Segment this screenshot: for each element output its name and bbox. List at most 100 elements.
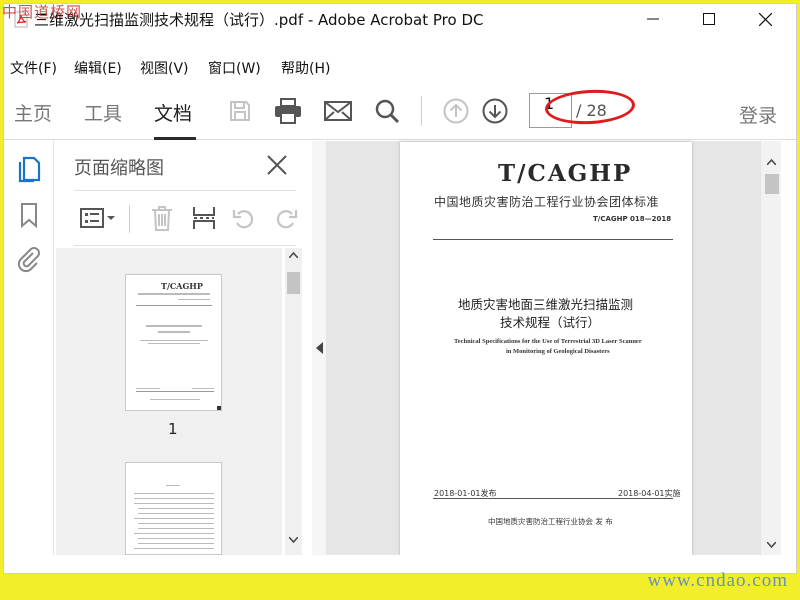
thumbnail-page-1[interactable]: T/CAGHP [125, 274, 222, 411]
document-scroll-thumb[interactable] [765, 174, 779, 194]
window-title: 三维激光扫描监测技术规程（试行）.pdf - Adobe Acrobat Pro… [34, 11, 484, 29]
thumbnail-options-button[interactable] [78, 203, 118, 233]
thumbnail-text-line [138, 528, 214, 529]
save-button[interactable] [225, 96, 255, 126]
close-icon [758, 12, 772, 26]
close-window-button[interactable] [737, 4, 793, 34]
document-title-en-line2: in Monitoring of Geological Disasters [506, 348, 610, 355]
bookmarks-button[interactable] [14, 199, 44, 231]
page-thumbnails-button[interactable] [14, 153, 44, 185]
tab-tools[interactable]: 工具 [84, 99, 122, 126]
extract-page-button[interactable] [190, 203, 218, 233]
mail-icon [324, 101, 352, 121]
options-menu-icon [80, 208, 115, 228]
thumbnail-text-line [140, 340, 208, 341]
toolbar-separator [421, 96, 422, 126]
rotate-right-button[interactable] [272, 203, 300, 233]
menu-bar: 文件(F) 编辑(E) 视图(V) 窗口(W) 帮助(H) [4, 54, 796, 80]
standard-mark: T/CAGHP [498, 160, 633, 187]
rotate-left-icon [232, 210, 254, 229]
header-rule [433, 239, 673, 240]
printer-icon [275, 98, 301, 124]
thumbnail-text-line [138, 293, 210, 295]
thumbnail-text-line [138, 523, 214, 524]
thumbnail-rule [136, 391, 214, 392]
watermark-top: 中国道桥网 [2, 3, 83, 21]
thumbnail-text-line [138, 538, 214, 539]
bookmark-icon [21, 203, 37, 228]
rotate-right-icon [276, 210, 298, 229]
trash-icon [152, 206, 172, 231]
thumbnail-text-line [138, 508, 214, 509]
scroll-down-icon[interactable] [289, 537, 298, 543]
thumbnail-page-number: 1 [168, 420, 178, 438]
panel-tool-separator [129, 205, 130, 233]
arrow-up-circle-icon [443, 98, 469, 124]
menu-window[interactable]: 窗口(W) [208, 58, 261, 78]
thumbnail-scroll-thumb[interactable] [287, 272, 300, 294]
thumbnail-page-2[interactable] [125, 462, 222, 555]
thumbnail-text-line [134, 518, 214, 519]
maximize-icon [703, 13, 715, 25]
thumbnail-text-line [148, 343, 200, 344]
paperclip-icon [17, 247, 40, 273]
thumbnail-text-line [138, 513, 214, 514]
thumbnail-text-line [134, 503, 214, 504]
panel-close-icon[interactable] [266, 154, 288, 176]
panel-divider [74, 245, 296, 246]
document-title-en-line1: Technical Specifications for the Use of … [454, 338, 642, 345]
main-toolbar: 主页 工具 文档 [4, 82, 796, 140]
search-button[interactable] [372, 96, 402, 126]
search-icon [375, 99, 400, 124]
thumbnail-text-line [138, 543, 214, 544]
minimize-button[interactable] [625, 4, 681, 34]
panel-divider [74, 190, 296, 191]
maximize-button[interactable] [681, 4, 737, 34]
login-button[interactable]: 登录 [739, 101, 777, 128]
collapse-left-icon [315, 342, 323, 354]
thumbnail-scrollbar[interactable] [285, 248, 302, 555]
active-tab-indicator [154, 137, 196, 140]
thumbnail-text-line [166, 485, 180, 486]
extract-pages-icon [193, 207, 215, 229]
menu-file[interactable]: 文件(F) [10, 58, 57, 78]
thumbnail-text-line [178, 299, 210, 300]
document-page[interactable]: T/CAGHP 中国地质灾害防治工程行业协会团体标准 T/CAGHP 018—2… [400, 142, 692, 556]
scroll-up-icon[interactable] [767, 159, 776, 165]
standard-code: T/CAGHP 018—2018 [593, 215, 672, 223]
email-button[interactable] [323, 96, 353, 126]
print-button[interactable] [273, 96, 303, 126]
thumbnail-text-line [136, 388, 160, 389]
previous-page-button[interactable] [441, 96, 471, 126]
document-title-zh-line2: 技术规程（试行） [500, 315, 601, 330]
scroll-down-icon[interactable] [767, 542, 776, 548]
delete-page-button[interactable] [148, 203, 176, 233]
publisher-line: 中国地质灾害防治工程行业协会 发 布 [488, 517, 613, 526]
panel-collapse-handle[interactable] [312, 141, 326, 555]
menu-view[interactable]: 视图(V) [140, 58, 189, 78]
menu-edit[interactable]: 编辑(E) [74, 58, 122, 78]
panel-title: 页面缩略图 [74, 158, 164, 179]
minimize-icon [647, 18, 659, 20]
scroll-up-icon[interactable] [289, 252, 298, 258]
thumbnail-text-line [150, 399, 200, 400]
rotate-left-button[interactable] [230, 203, 258, 233]
next-page-button[interactable] [480, 96, 510, 126]
acrobat-window: 三维激光扫描监测技术规程（试行）.pdf - Adobe Acrobat Pro… [3, 3, 797, 574]
pages-icon [18, 156, 41, 183]
save-icon [230, 101, 250, 121]
thumbnail-text-line [192, 388, 214, 389]
document-scrollbar[interactable] [760, 141, 781, 555]
tab-document[interactable]: 文档 [154, 99, 192, 126]
thumbnail-corner-marker [217, 406, 221, 410]
tab-home[interactable]: 主页 [14, 99, 52, 126]
attachments-button[interactable] [14, 243, 44, 275]
thumbnail-text-line [134, 548, 214, 549]
thumbnail-standard-mark: T/CAGHP [161, 281, 203, 291]
left-navigation-rail [4, 141, 54, 573]
thumbnail-text-line [134, 533, 214, 534]
thumbnail-text-line [146, 325, 202, 327]
menu-help[interactable]: 帮助(H) [281, 58, 330, 78]
title-bar: 三维激光扫描监测技术规程（试行）.pdf - Adobe Acrobat Pro… [4, 4, 796, 34]
thumbnail-text-line [134, 493, 214, 494]
